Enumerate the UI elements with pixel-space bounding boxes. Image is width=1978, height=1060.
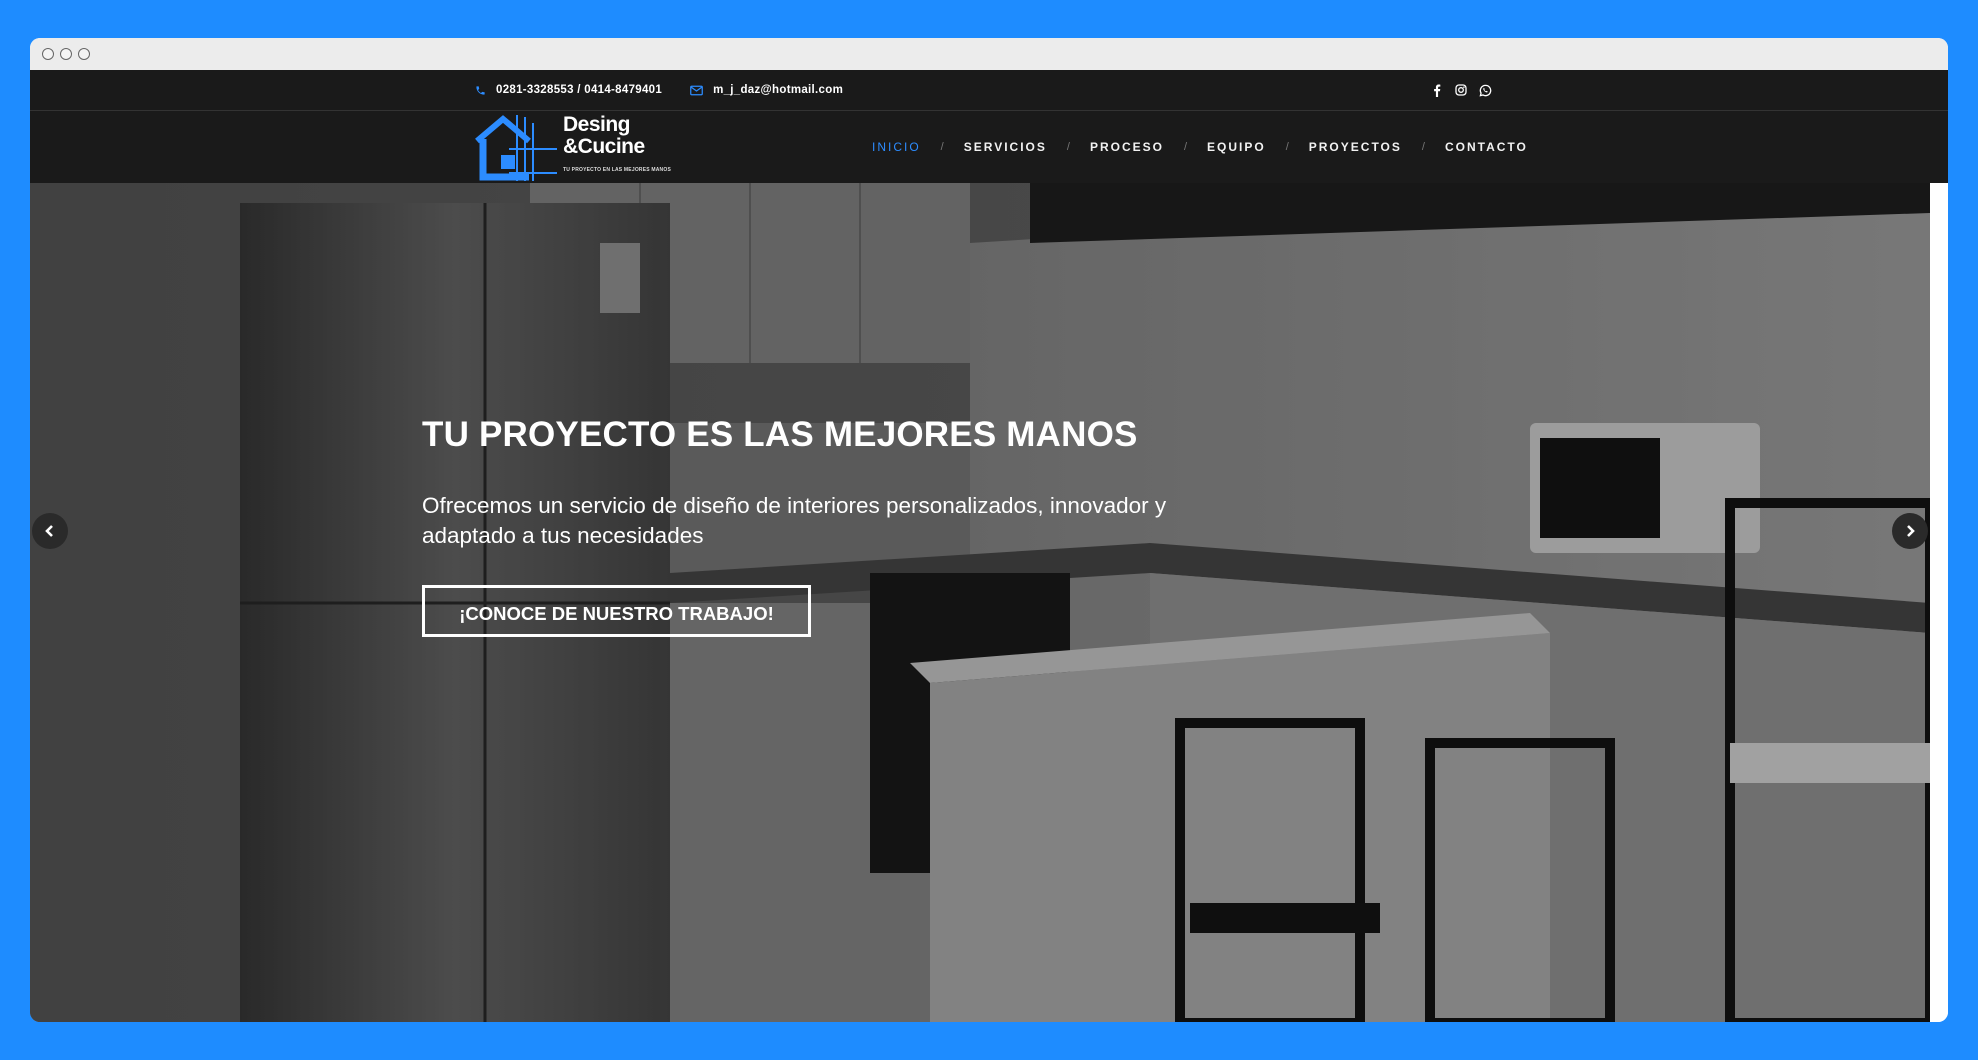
nav-separator: / <box>1421 141 1425 153</box>
nav-separator: / <box>1066 141 1070 153</box>
nav-link-proyectos[interactable]: PROYECTOS <box>1309 140 1402 154</box>
house-logo-icon <box>475 115 557 181</box>
facebook-icon[interactable] <box>1430 83 1444 97</box>
top-contact-bar: 0281-3328553 / 0414-8479401 m_j_daz@hotm… <box>30 70 1948 111</box>
nav-separator: / <box>940 141 944 153</box>
nav-link-equipo[interactable]: EQUIPO <box>1207 140 1266 154</box>
main-menu: INICIO / SERVICIOS / PROCESO / EQUIPO / … <box>872 111 1528 183</box>
hero-description: Ofrecemos un servicio de diseño de inter… <box>422 493 1167 548</box>
hero-slider: TU PROYECTO ES LAS MEJORES MANOS Ofrecem… <box>30 183 1930 1022</box>
phone-text: 0281-3328553 / 0414-8479401 <box>496 84 663 96</box>
envelope-icon <box>690 85 703 95</box>
page-scrollbar-gutter <box>1930 183 1948 1022</box>
hero-caption: TU PROYECTO ES LAS MEJORES MANOS Ofrecem… <box>422 415 1242 637</box>
nav-separator: / <box>1285 141 1289 153</box>
logo-line-2: &Cucine <box>563 134 645 158</box>
slider-prev-button[interactable] <box>32 513 68 549</box>
nav-link-contacto[interactable]: CONTACTO <box>1445 140 1528 154</box>
hero-title: TU PROYECTO ES LAS MEJORES MANOS <box>422 415 1138 454</box>
cta-button[interactable]: ¡CONOCE DE NUESTRO TRABAJO! <box>422 585 811 637</box>
phone-icon <box>476 85 485 95</box>
logo-tagline: TU PROYECTO EN LAS MEJORES MANOS <box>563 166 671 173</box>
nav-link-inicio[interactable]: INICIO <box>872 140 921 154</box>
chevron-right-icon <box>1907 525 1915 537</box>
nav-link-proceso[interactable]: PROCESO <box>1090 140 1164 154</box>
nav-separator: / <box>1183 141 1188 153</box>
phone-contact[interactable]: 0281-3328553 / 0414-8479401 <box>475 84 662 96</box>
email-text: m_j_daz@hotmail.com <box>713 84 844 96</box>
main-navbar: Desing &Cucine TU PROYECTO EN LAS MEJORE… <box>30 111 1948 183</box>
email-contact[interactable]: m_j_daz@hotmail.com <box>690 84 843 96</box>
instagram-icon[interactable] <box>1454 83 1468 97</box>
site-logo[interactable]: Desing &Cucine TU PROYECTO EN LAS MEJORE… <box>473 111 671 183</box>
logo-line-1: Desing <box>563 112 631 136</box>
nav-link-servicios[interactable]: SERVICIOS <box>964 140 1047 154</box>
chevron-left-icon <box>45 525 53 537</box>
slider-next-button[interactable] <box>1892 513 1928 549</box>
whatsapp-icon[interactable] <box>1478 83 1492 97</box>
